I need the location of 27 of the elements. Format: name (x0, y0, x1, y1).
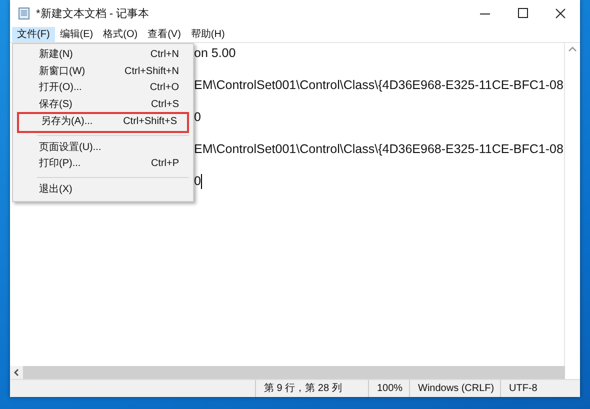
menu-bar-item[interactable]: 编辑(E) (54, 27, 98, 42)
menu-item[interactable]: 新窗口(W) Ctrl+Shift+N (17, 64, 189, 80)
menu-item[interactable]: 打印(P)... Ctrl+P (17, 156, 189, 172)
horizontal-scrollbar[interactable] (10, 366, 565, 379)
text-line: 0 (194, 109, 201, 125)
text-line: 0 (194, 173, 201, 189)
text-line: EM\ControlSet001\Control\Class\{4D36E968-E325-11CE-BFC1-08 (194, 141, 564, 157)
menu-bar-item[interactable]: 格式(O) (98, 27, 143, 42)
text-cursor (200, 174, 202, 188)
status-text: UTF-8 (500, 380, 546, 397)
vertical-scrollbar[interactable] (564, 43, 580, 366)
menu-bar-item[interactable]: 帮助(H) (186, 27, 230, 42)
status-text: Windows (CRLF) (409, 380, 500, 397)
menu-item[interactable]: 打开(O)... Ctrl+O (17, 80, 189, 96)
text-line: EM\ControlSet001\Control\Class\{4D36E968-E325-11CE-BFC1-08 (194, 77, 564, 93)
text-line: on 5.00 (194, 45, 236, 61)
status-text: 100% (368, 380, 409, 397)
status-text: 第 9 行，第 28 列 (255, 380, 368, 397)
menu-bar-item[interactable]: 查看(V) (142, 27, 186, 42)
menu-item[interactable]: 退出(X) (17, 182, 189, 198)
menu-item[interactable]: 保存(S) Ctrl+S (17, 96, 189, 113)
window-title: *新建文本文档 - 记事本 (36, 6, 150, 21)
menu-item[interactable]: 新建(N) Ctrl+N (17, 47, 189, 64)
notepad-icon (18, 7, 30, 20)
menu-item[interactable]: 页面设置(U)... (17, 140, 189, 156)
scroll-left-icon[interactable] (10, 366, 23, 379)
menu-bar-item[interactable]: 文件(F) (12, 27, 55, 42)
